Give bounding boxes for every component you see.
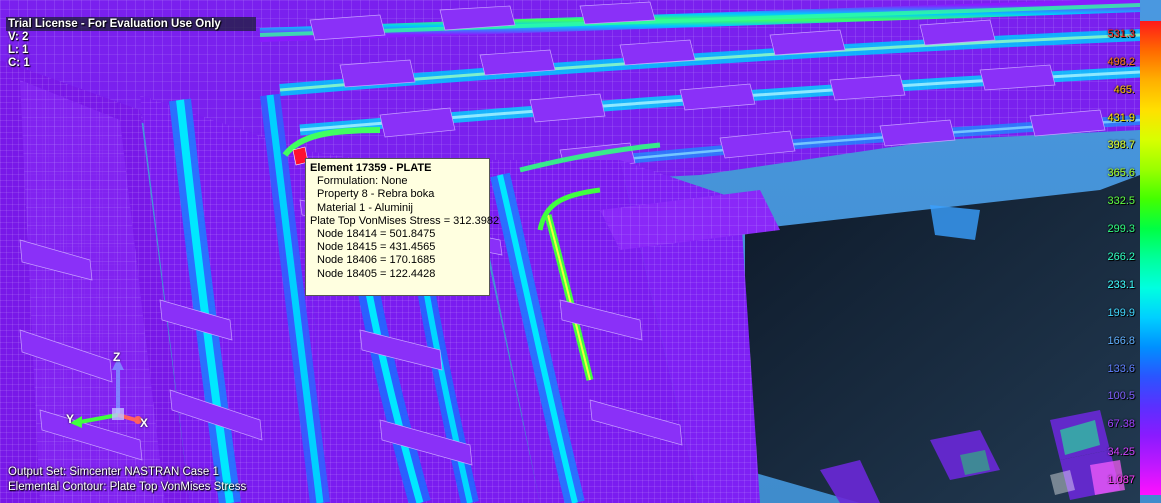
legend-label: 365.6 — [1107, 167, 1135, 180]
axis-z-label: Z — [113, 350, 121, 364]
view-info-c: C: 1 — [8, 57, 30, 69]
legend-label: 34.25 — [1107, 446, 1135, 459]
output-set-label: Output Set: Simcenter NASTRAN Case 1 — [8, 466, 219, 478]
legend-label: 67.38 — [1107, 418, 1135, 431]
legend-label: 332.5 — [1107, 195, 1135, 208]
stress-contour-scene[interactable] — [0, 0, 1161, 503]
fe-model-viewport[interactable]: Trial License - For Evaluation Use Only … — [0, 0, 1161, 503]
tooltip-node-2: Node 18415 = 431.4565 — [317, 241, 436, 254]
axis-y-label: Y — [66, 412, 75, 426]
element-info-tooltip: Element 17359 - PLATE Formulation: None … — [305, 158, 500, 296]
legend-label: 531.3 — [1107, 27, 1135, 40]
tooltip-property: Property 8 - Rebra boka — [317, 188, 435, 201]
tooltip-node-1: Node 18414 = 501.8475 — [317, 228, 436, 241]
legend-label: 233.1 — [1107, 278, 1135, 291]
view-info-l: L: 1 — [8, 44, 29, 56]
legend-label: 199.9 — [1107, 306, 1135, 319]
legend-label: 498.2 — [1107, 55, 1135, 68]
legend-label: 398.7 — [1107, 139, 1135, 152]
tooltip-formulation: Formulation: None — [317, 175, 408, 188]
legend-label: 465. — [1113, 83, 1135, 96]
legend-label: 431.9 — [1107, 111, 1135, 124]
legend-label: 299.3 — [1107, 223, 1135, 236]
axis-triad[interactable]: Z Y X — [60, 350, 160, 440]
trial-license-text: Trial License - For Evaluation Use Only — [8, 18, 221, 30]
tooltip-stress: Plate Top VonMises Stress = 312.3982 — [310, 214, 500, 227]
tooltip-title: Element 17359 - PLATE — [310, 162, 432, 174]
legend-label: 1.087 — [1107, 474, 1135, 487]
tooltip-node-3: Node 18406 = 170.1685 — [317, 254, 436, 267]
contour-legend-bar[interactable] — [1140, 21, 1161, 495]
legend-label: 133.6 — [1107, 362, 1135, 375]
legend-label: 100.5 — [1107, 390, 1135, 403]
legend-label: 266.2 — [1107, 251, 1135, 263]
view-info-v: V: 2 — [8, 31, 29, 43]
legend-label: 166.8 — [1107, 334, 1135, 347]
contour-label: Elemental Contour: Plate Top VonMises St… — [8, 481, 247, 493]
tooltip-node-4: Node 18405 = 122.4428 — [317, 267, 436, 280]
tooltip-material: Material 1 - Aluminij — [317, 201, 413, 214]
axis-x-label: X — [140, 416, 149, 430]
